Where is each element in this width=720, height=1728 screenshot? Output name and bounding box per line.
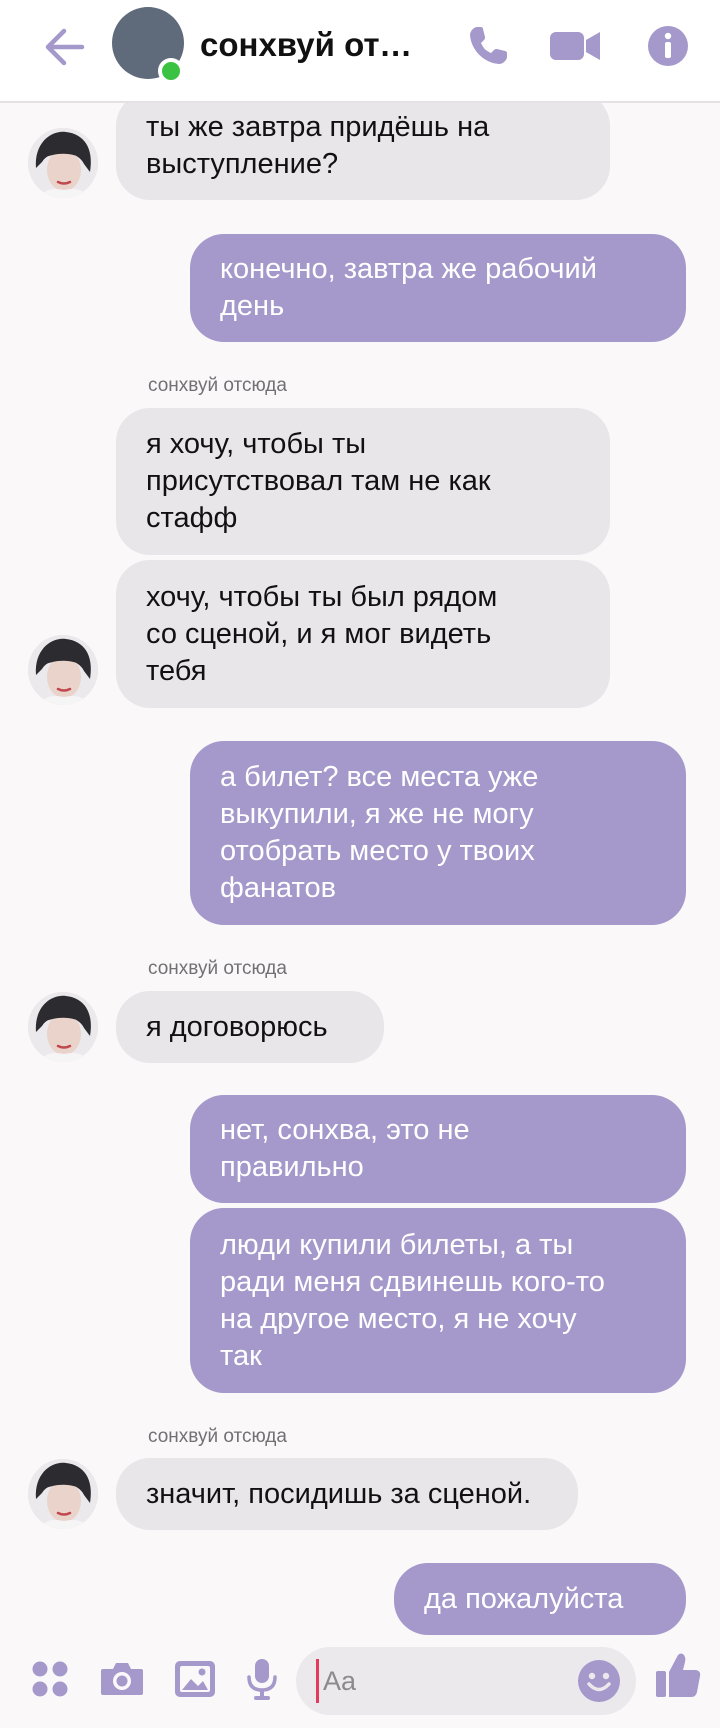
sender-avatar[interactable] bbox=[28, 128, 98, 198]
back-button[interactable] bbox=[36, 22, 92, 72]
info-button[interactable] bbox=[640, 18, 696, 74]
emoji-button[interactable] bbox=[574, 1656, 624, 1706]
incoming-message[interactable]: я хочу, чтобы ты присутствовал там не ка… bbox=[116, 408, 610, 555]
apps-grid-icon bbox=[32, 1661, 68, 1697]
incoming-message[interactable]: ты же завтра придёшь на выступление? bbox=[116, 103, 610, 200]
gallery-icon bbox=[175, 1661, 215, 1697]
message-list[interactable]: ты же завтра придёшь на выступление? кон… bbox=[0, 103, 720, 1635]
avatar-photo bbox=[28, 992, 98, 1062]
sender-avatar[interactable] bbox=[28, 992, 98, 1062]
microphone-icon bbox=[247, 1659, 277, 1700]
avatar-photo bbox=[28, 128, 98, 198]
like-button[interactable] bbox=[650, 1647, 706, 1703]
incoming-message[interactable]: я договорюсь bbox=[116, 991, 384, 1063]
message-input[interactable] bbox=[316, 1659, 553, 1703]
call-button[interactable] bbox=[460, 18, 516, 74]
sender-avatar[interactable] bbox=[28, 635, 98, 705]
sender-avatar[interactable] bbox=[28, 1459, 98, 1529]
online-status-dot bbox=[158, 58, 184, 84]
apps-button[interactable] bbox=[22, 1651, 78, 1707]
message-composer[interactable] bbox=[296, 1647, 636, 1715]
info-icon bbox=[648, 26, 688, 66]
sender-name-label: сонхвуй отсюда bbox=[148, 1426, 287, 1447]
outgoing-message[interactable]: люди купили билеты, а ты ради меня сдвин… bbox=[190, 1208, 686, 1393]
sender-name-label: сонхвуй отсюда bbox=[148, 958, 287, 979]
camera-icon bbox=[101, 1663, 143, 1695]
chat-screen: сонхвуй отс... ты же завтра придёшь на в… bbox=[0, 0, 720, 1728]
outgoing-message[interactable]: да пожалуйста bbox=[394, 1563, 686, 1635]
video-camera-icon bbox=[550, 32, 600, 60]
incoming-message[interactable]: хочу, чтобы ты был рядом со сценой, и я … bbox=[116, 560, 610, 708]
composer-bar bbox=[0, 1635, 720, 1728]
phone-icon bbox=[470, 27, 507, 64]
avatar-photo bbox=[28, 635, 98, 705]
outgoing-message[interactable]: нет, сонхва, это не правильно bbox=[190, 1095, 686, 1203]
voice-button[interactable] bbox=[234, 1651, 290, 1707]
chat-header: сонхвуй отс... bbox=[0, 0, 720, 103]
incoming-message[interactable]: значит, посидишь за сценой. bbox=[116, 1458, 578, 1530]
avatar-photo bbox=[28, 1459, 98, 1529]
outgoing-message[interactable]: конечно, завтра же рабочий день bbox=[190, 234, 686, 342]
back-arrow-icon bbox=[45, 28, 85, 66]
emoji-icon bbox=[578, 1660, 620, 1702]
thumbs-up-icon bbox=[656, 1653, 701, 1697]
outgoing-message[interactable]: а билет? все места уже выкупили, я же не… bbox=[190, 741, 686, 925]
camera-button[interactable] bbox=[94, 1651, 150, 1707]
gallery-button[interactable] bbox=[167, 1651, 223, 1707]
sender-name-label: сонхвуй отсюда bbox=[148, 375, 287, 396]
video-call-button[interactable] bbox=[548, 18, 604, 74]
contact-name[interactable]: сонхвуй отс... bbox=[200, 24, 420, 66]
